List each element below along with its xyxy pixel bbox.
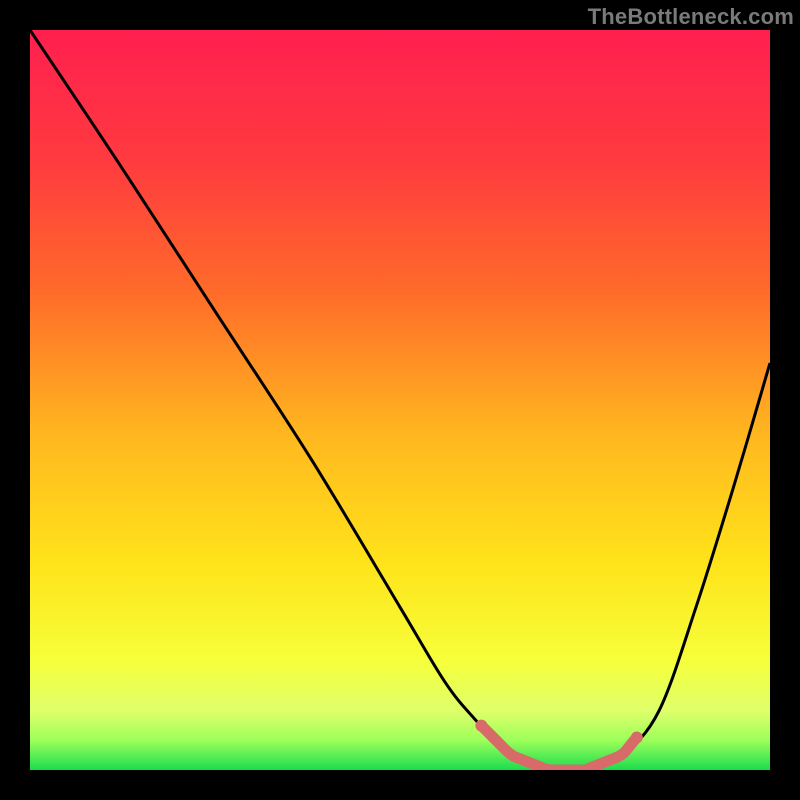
watermark-text: TheBottleneck.com [588,4,794,30]
chart-frame: TheBottleneck.com [0,0,800,800]
plot-area [30,30,770,770]
band-start-dot [475,720,487,732]
curve-layer [30,30,770,770]
bottleneck-curve [30,30,770,770]
band-end-dot [631,731,643,743]
optimal-band [481,726,636,770]
